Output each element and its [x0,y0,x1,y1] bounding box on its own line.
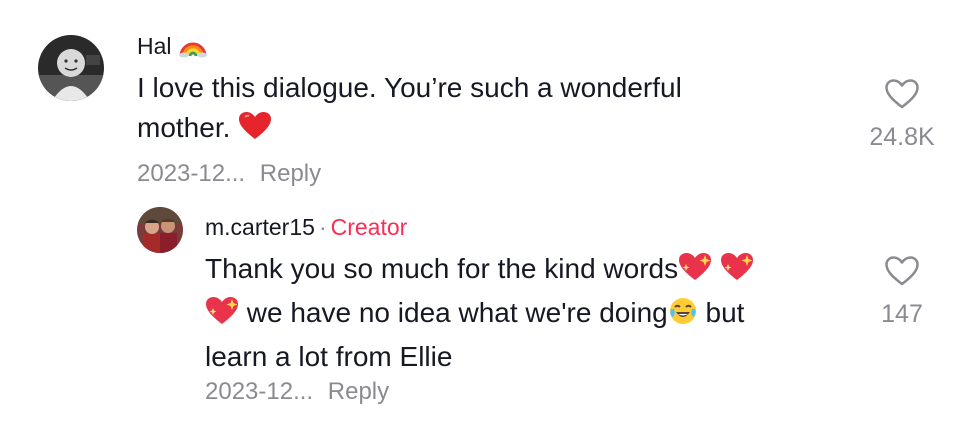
red-heart-icon [238,111,272,152]
reply-username-row: m.carter15 · Creator [205,214,407,241]
avatar-hal[interactable] [38,35,104,101]
tears-of-joy-icon [668,296,698,337]
reply-button[interactable]: Reply [260,160,321,187]
reply-button[interactable]: Reply [328,378,389,405]
like-control[interactable]: 147 [858,255,946,329]
like-count: 147 [881,300,923,328]
avatar-m-carter15[interactable] [137,207,183,253]
creator-badge: Creator [330,214,408,240]
sparkling-heart-icon [205,296,239,337]
comment-username[interactable]: Hal [137,33,208,64]
heart-outline-icon[interactable] [884,78,920,115]
reply-line-2-text-b: but [697,297,745,328]
separator-dot: · [318,214,327,240]
reply-line-2: we have no idea what we're doing but [205,293,754,337]
comment-line-1: I love this dialogue. You’re such a wond… [137,72,682,103]
like-count: 24.8K [869,123,935,151]
comment-line-2: mother. [137,108,682,152]
like-control[interactable]: 24.8K [858,78,946,152]
reply-line-1: Thank you so much for the kind words [205,249,754,293]
reply-meta: 2023-12... Reply [205,378,389,406]
comment-line-2-text: mother. [137,112,231,143]
reply-text: Thank you so much for the kind words we … [205,249,754,377]
username-link[interactable]: m.carter15 [205,214,315,240]
sparkling-heart-icon [720,252,754,293]
comment-date: 2023-12... [137,160,246,187]
rainbow-icon [178,34,208,64]
username-link[interactable]: Hal [137,33,172,59]
reply-line-1-text: Thank you so much for the kind words [205,253,679,284]
heart-outline-icon[interactable] [884,255,920,292]
comment-text: I love this dialogue. You’re such a wond… [137,68,682,152]
reply-line-3: learn a lot from Ellie [205,341,453,372]
comment-meta: 2023-12... Reply [137,160,321,188]
comment-date: 2023-12... [205,378,314,405]
reply-line-2-text-a: we have no idea what we're doing [239,297,668,328]
sparkling-heart-icon [678,252,712,293]
